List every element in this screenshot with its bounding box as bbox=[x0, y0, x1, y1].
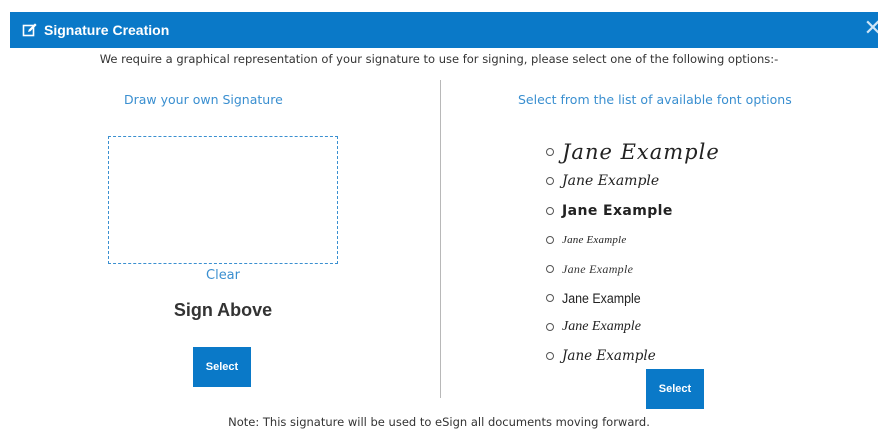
radio-button[interactable] bbox=[546, 207, 554, 215]
font-option-3[interactable]: Jane Example bbox=[546, 198, 673, 224]
font-option-2[interactable]: Jane Example bbox=[546, 168, 659, 194]
font-sample: Jane Example bbox=[562, 290, 641, 306]
select-font-signature-button[interactable]: Select bbox=[646, 369, 704, 409]
font-option-7[interactable]: Jane Example bbox=[546, 314, 641, 340]
dialog-title: Signature Creation bbox=[44, 22, 170, 38]
clear-link[interactable]: Clear bbox=[200, 268, 246, 283]
radio-button[interactable] bbox=[546, 236, 554, 244]
radio-button[interactable] bbox=[546, 265, 554, 273]
font-sample: Jane Example bbox=[562, 234, 627, 246]
radio-button[interactable] bbox=[546, 323, 554, 331]
sign-above-label: Sign Above bbox=[173, 300, 273, 320]
select-drawn-signature-button[interactable]: Select bbox=[193, 347, 251, 387]
draw-signature-heading: Draw your own Signature bbox=[124, 92, 283, 107]
font-options-heading: Select from the list of available font o… bbox=[518, 92, 792, 107]
radio-button[interactable] bbox=[546, 352, 554, 360]
edit-icon bbox=[22, 23, 37, 37]
dialog-title-bar: Signature Creation ✕ bbox=[10, 12, 878, 48]
radio-button[interactable] bbox=[546, 148, 554, 156]
font-option-1[interactable]: Jane Example bbox=[546, 139, 720, 165]
font-sample: Jane Example bbox=[562, 173, 660, 189]
font-sample: Jane Example bbox=[562, 261, 634, 276]
font-sample: Jane Example bbox=[562, 319, 641, 334]
panel-divider bbox=[440, 80, 441, 398]
note-text: Note: This signature will be used to eSi… bbox=[228, 415, 650, 429]
font-option-6[interactable]: Jane Example bbox=[546, 285, 648, 311]
radio-button[interactable] bbox=[546, 294, 554, 302]
font-option-4[interactable]: Jane Example bbox=[546, 227, 626, 253]
font-sample: Jane Example bbox=[562, 348, 656, 364]
radio-button[interactable] bbox=[546, 177, 554, 185]
close-icon[interactable]: ✕ bbox=[864, 16, 878, 42]
font-option-8[interactable]: Jane Example bbox=[546, 343, 656, 369]
signature-drawing-pad[interactable] bbox=[108, 136, 338, 264]
instruction-text: We require a graphical representation of… bbox=[99, 52, 779, 66]
font-sample: Jane Example bbox=[562, 203, 673, 219]
font-option-5[interactable]: Jane Example bbox=[546, 256, 633, 282]
font-sample: Jane Example bbox=[562, 140, 720, 164]
